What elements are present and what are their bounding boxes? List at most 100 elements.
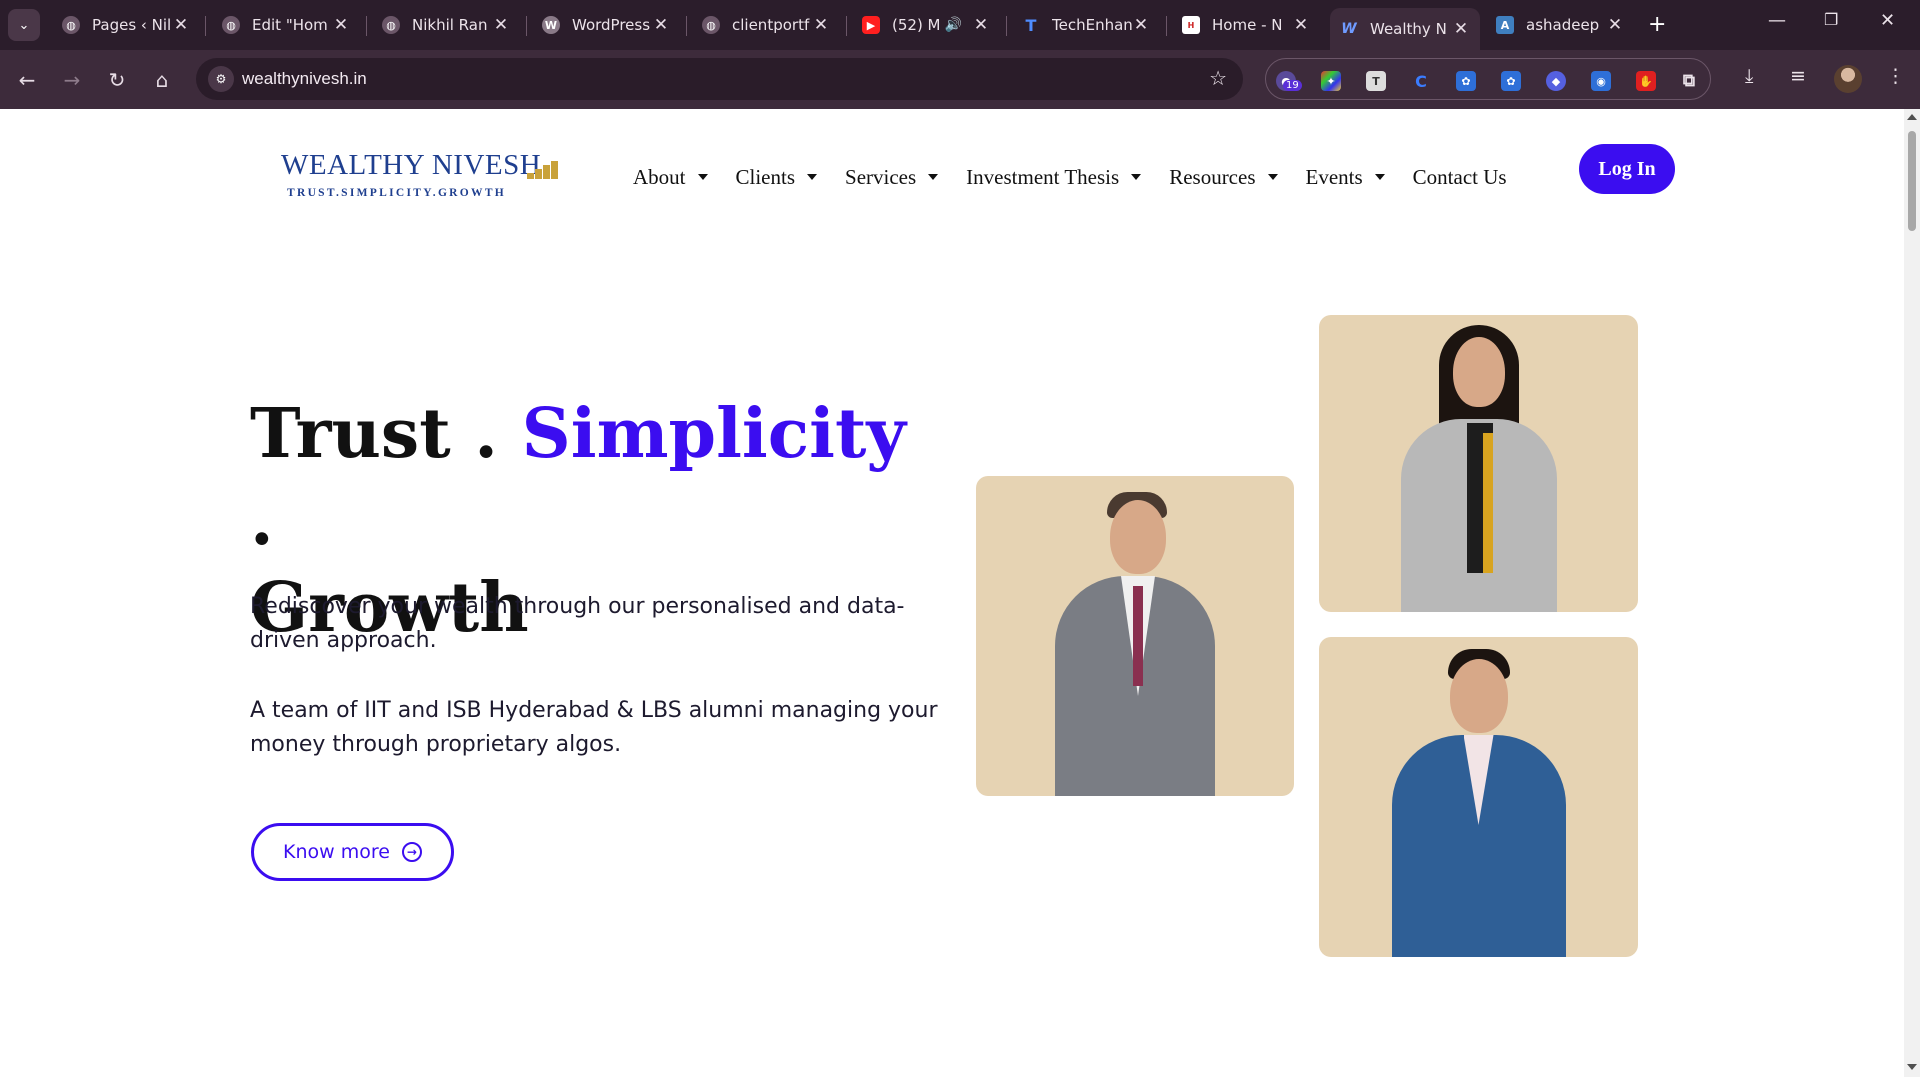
logo-tagline: TRUST.SIMPLICITY.GROWTH [287,187,507,199]
site-logo[interactable]: WEALTHY NIVESH TRUST.SIMPLICITY.GROWTH [281,149,563,201]
browser-tab-strip: ⌄ ◍ Pages ‹ Nil ✕ ◍ Edit "Hom ✕ ◍ Nikhil… [0,0,1920,50]
close-icon[interactable]: ✕ [332,15,350,35]
team-photo-1 [976,476,1294,796]
nav-item-investment-thesis[interactable]: Investment Thesis [966,165,1142,190]
youtube-icon: ▶ [862,16,880,34]
logo-wordmark: WEALTHY NIVESH [281,149,542,181]
globe-icon: ◍ [62,16,80,34]
bookmark-star-icon[interactable]: ☆ [1209,66,1227,90]
window-close-icon[interactable]: ✕ [1880,10,1895,31]
nav-item-events[interactable]: Events [1306,165,1385,190]
tab-title: Edit "Hom [252,16,328,34]
nav-item-clients[interactable]: Clients [736,165,818,190]
close-icon[interactable]: ✕ [812,15,830,35]
logo-bars-icon [527,159,563,179]
tab-title: Nikhil Ran [412,16,488,34]
close-icon[interactable]: ✕ [1452,19,1470,39]
extension-icon[interactable]: ◉ [1591,71,1611,91]
browser-tab[interactable]: ◍ clientportf ✕ [692,8,840,42]
profile-avatar[interactable] [1834,65,1862,93]
browser-tab[interactable]: H Home - N ✕ [1172,8,1320,42]
extension-icon[interactable]: ✋ [1636,71,1656,91]
caret-down-icon [1267,174,1278,180]
media-control-icon[interactable]: ≡ [1790,65,1806,87]
login-button[interactable]: Log In [1579,144,1675,194]
extension-icon[interactable]: C [1411,71,1431,91]
tab-title: WordPress [572,16,651,34]
back-icon[interactable]: ← [12,65,42,95]
wealthy-icon: W [1341,21,1357,37]
forward-icon[interactable]: → [57,65,87,95]
browser-tab[interactable]: W WordPress ✕ [532,8,680,42]
tab-title: Home - N [1212,16,1283,34]
web-page: WEALTHY NIVESH TRUST.SIMPLICITY.GROWTH A… [0,109,1904,1077]
url-text[interactable]: wealthynivesh.in [242,69,367,89]
caret-down-icon [928,174,939,180]
home-icon[interactable]: ⌂ [147,65,177,95]
site-icon: H [1182,16,1200,34]
close-icon[interactable]: ✕ [1292,15,1310,35]
close-icon[interactable]: ✕ [652,15,670,35]
nav-item-contact-us[interactable]: Contact Us [1413,165,1507,190]
caret-down-icon [1131,174,1142,180]
browser-tab[interactable]: A ashadeep ✕ [1486,8,1634,42]
browser-tab[interactable]: ▶ (52) M 🔊 ✕ [852,8,1000,42]
wordpress-icon: W [542,16,560,34]
nav-item-services[interactable]: Services [845,165,939,190]
close-icon[interactable]: ✕ [492,15,510,35]
reload-icon[interactable]: ↻ [102,65,132,95]
menu-dots-icon[interactable]: ⋮ [1886,65,1905,87]
browser-tab[interactable]: ◍ Nikhil Ran ✕ [372,8,520,42]
scroll-thumb[interactable] [1908,131,1916,231]
globe-icon: ◍ [382,16,400,34]
puzzle-icon[interactable]: ⧉ [1679,71,1699,91]
techenhance-icon: T [1025,15,1037,35]
restore-icon[interactable]: ❐ [1824,10,1838,29]
extension-icon[interactable]: ◆ [1546,71,1566,91]
scroll-up-icon[interactable] [1907,114,1917,120]
close-icon[interactable]: ✕ [1132,15,1150,35]
browser-tab[interactable]: T TechEnhan ✕ [1012,8,1160,42]
caret-down-icon [1374,174,1385,180]
hero-description: Rediscover your wealth through our perso… [250,594,905,653]
scroll-down-icon[interactable] [1907,1064,1917,1070]
know-more-button[interactable]: Know more → [251,823,454,881]
caret-down-icon [697,174,708,180]
tab-search-button[interactable]: ⌄ [8,9,40,41]
tab-title: Pages ‹ Nil [92,16,172,34]
nav-item-about[interactable]: About [633,165,708,190]
minimize-icon[interactable]: — [1768,10,1786,31]
new-tab-icon[interactable]: + [1648,12,1666,37]
browser-tab-active[interactable]: W Wealthy N ✕ [1330,8,1480,50]
browser-tab[interactable]: ◍ Pages ‹ Nil ✕ [52,8,200,42]
download-icon[interactable]: ⤓ [1745,65,1753,87]
nav-item-resources[interactable]: Resources [1169,165,1278,190]
person-figure [1035,486,1235,796]
hero-team-description: A team of IIT and ISB Hyderabad & LBS al… [250,698,938,757]
close-icon[interactable]: ✕ [1606,15,1624,35]
person-figure [1379,323,1579,612]
extension-icon[interactable]: T [1366,71,1386,91]
address-bar[interactable]: ⚙ wealthynivesh.in ☆ [196,58,1243,100]
globe-icon: ◍ [222,16,240,34]
browser-toolbar: ← → ↻ ⌂ ⚙ wealthynivesh.in ☆ ● ✦ T C ✿ ✿… [0,50,1920,109]
close-icon[interactable]: ✕ [972,15,990,35]
caret-down-icon [807,174,818,180]
extension-icon[interactable]: ✦ [1321,71,1341,91]
site-settings-icon[interactable]: ⚙ [208,66,234,92]
tab-title: Wealthy N [1370,20,1447,38]
extensions-group: ● ✦ T C ✿ ✿ ◆ ◉ ✋ ⧉ [1265,58,1711,100]
speaker-icon[interactable]: 🔊 [945,17,962,33]
tab-title: TechEnhan [1052,16,1132,34]
tab-title: (52) M [892,16,941,34]
globe-icon: ◍ [702,16,720,34]
tab-title: ashadeep [1526,16,1600,34]
page-scrollbar[interactable] [1904,109,1920,1077]
extension-icon[interactable]: ✿ [1456,71,1476,91]
team-photo-2 [1319,315,1638,612]
close-icon[interactable]: ✕ [172,15,190,35]
arrow-right-circle-icon: → [401,842,422,862]
browser-tab[interactable]: ◍ Edit "Hom ✕ [212,8,360,42]
person-figure [1374,647,1584,957]
extension-icon[interactable]: ✿ [1501,71,1521,91]
